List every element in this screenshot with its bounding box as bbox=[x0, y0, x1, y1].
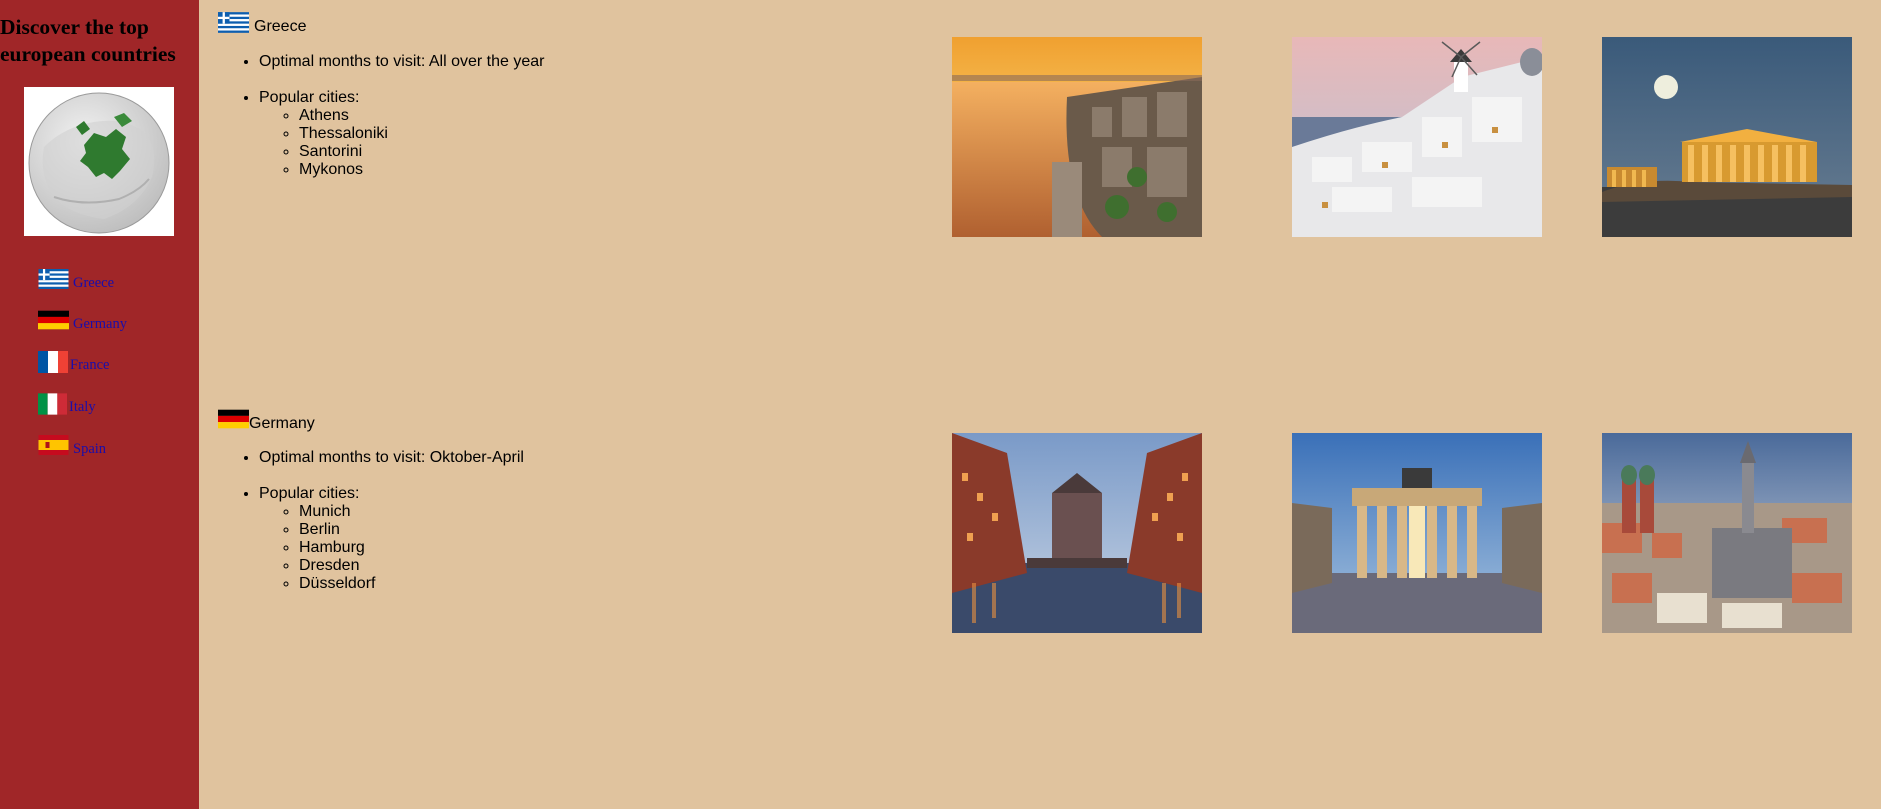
months-to-visit: Optimal months to visit: All over the ye… bbox=[259, 53, 544, 71]
city-item: Mykonos bbox=[299, 161, 544, 179]
greece-flag-icon bbox=[218, 12, 249, 38]
munich-aerial-photo bbox=[1602, 433, 1852, 633]
country-info-greece: Optimal months to visit: All over the ye… bbox=[218, 53, 544, 179]
country-name: Greece bbox=[254, 18, 307, 35]
city-item: Thessaloniki bbox=[299, 125, 544, 143]
hamburg-speicherstadt-photo bbox=[952, 433, 1202, 633]
nav-link-label[interactable]: France bbox=[70, 357, 109, 374]
thessaloniki-waterfront-photo bbox=[952, 37, 1202, 237]
site-title: Discover the top european countries bbox=[0, 14, 199, 68]
site-title-line-1: Discover the top bbox=[0, 15, 149, 39]
nav-link-label[interactable]: Germany bbox=[73, 316, 127, 333]
months-to-visit: Optimal months to visit: Oktober-April bbox=[259, 449, 524, 467]
popular-cities-label: Popular cities: bbox=[259, 485, 360, 502]
italy-flag-icon bbox=[38, 393, 67, 420]
nav-link-label[interactable]: Italy bbox=[69, 399, 96, 416]
city-item: Düsseldorf bbox=[299, 575, 524, 593]
nav-link-label[interactable]: Greece bbox=[73, 275, 114, 292]
greece-flag-icon bbox=[38, 269, 69, 294]
acropolis-night-photo bbox=[1602, 37, 1852, 237]
germany-flag-icon bbox=[38, 310, 69, 335]
popular-cities-label: Popular cities: bbox=[259, 89, 360, 106]
city-item: Munich bbox=[299, 503, 524, 521]
france-flag-icon bbox=[38, 351, 68, 378]
popular-cities: Popular cities: Munich Berlin Hamburg Dr… bbox=[259, 485, 524, 593]
popular-cities: Popular cities: Athens Thessaloniki Sant… bbox=[259, 89, 544, 179]
spain-flag-icon bbox=[38, 435, 69, 460]
country-name: Germany bbox=[249, 415, 315, 432]
city-item: Athens bbox=[299, 107, 544, 125]
brandenburg-gate-photo bbox=[1292, 433, 1542, 633]
santorini-village-photo bbox=[1292, 37, 1542, 237]
germany-flag-icon bbox=[218, 409, 249, 434]
city-item: Berlin bbox=[299, 521, 524, 539]
nav-link-label[interactable]: Spain bbox=[73, 441, 106, 458]
city-item: Santorini bbox=[299, 143, 544, 161]
country-info-germany: Optimal months to visit: Oktober-April P… bbox=[218, 449, 524, 593]
city-item: Hamburg bbox=[299, 539, 524, 557]
europe-globe-icon bbox=[24, 87, 174, 236]
city-item: Dresden bbox=[299, 557, 524, 575]
site-title-line-2: european countries bbox=[0, 42, 176, 66]
sidebar: Discover the top european countries Greec… bbox=[0, 0, 199, 809]
